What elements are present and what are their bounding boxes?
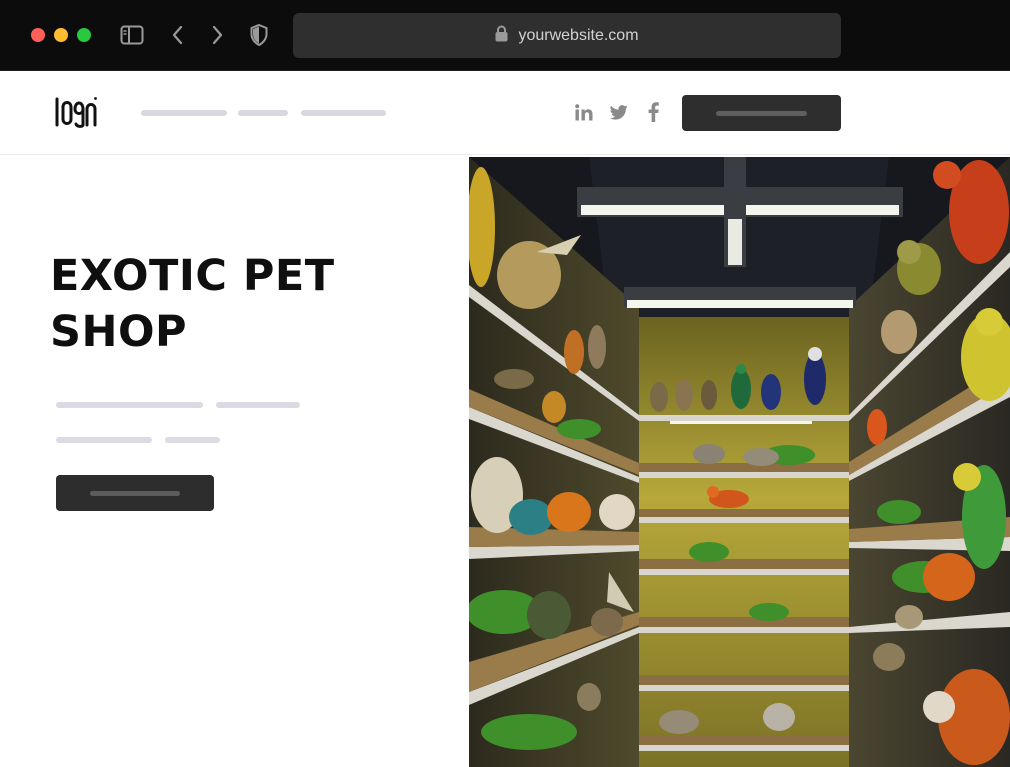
- browser-chrome: yourwebsite.com: [0, 0, 1010, 71]
- url-text: yourwebsite.com: [518, 26, 639, 44]
- address-bar[interactable]: yourwebsite.com: [293, 13, 841, 58]
- nav-item-1[interactable]: [141, 110, 227, 116]
- facebook-icon[interactable]: [642, 101, 664, 123]
- header-cta-label-placeholder: [716, 110, 807, 116]
- hero-image: [469, 157, 1010, 767]
- maximize-window-button[interactable]: [77, 28, 91, 42]
- header-cta-button[interactable]: [682, 95, 841, 131]
- hero-text-line-1b: [216, 402, 300, 408]
- sidebar-icon[interactable]: [120, 23, 144, 47]
- chevron-right-icon[interactable]: [205, 23, 229, 47]
- lock-icon: [495, 25, 508, 47]
- hero-text-line-2b: [165, 437, 220, 443]
- site-header: [0, 71, 1010, 155]
- nav-item-2[interactable]: [238, 110, 288, 116]
- nav-item-3[interactable]: [301, 110, 386, 116]
- hero-text-line-2a: [56, 437, 152, 443]
- hero-cta-label-placeholder: [90, 490, 180, 496]
- minimize-window-button[interactable]: [54, 28, 68, 42]
- shield-icon[interactable]: [247, 23, 271, 47]
- hero-title: EXOTIC PET SHOP: [50, 251, 335, 357]
- chevron-left-icon[interactable]: [166, 23, 190, 47]
- hero-cta-button[interactable]: [56, 475, 214, 511]
- logo[interactable]: [55, 95, 97, 129]
- hero-text-line-1a: [56, 402, 203, 408]
- twitter-icon[interactable]: [608, 101, 630, 123]
- close-window-button[interactable]: [31, 28, 45, 42]
- linkedin-icon[interactable]: [573, 101, 595, 123]
